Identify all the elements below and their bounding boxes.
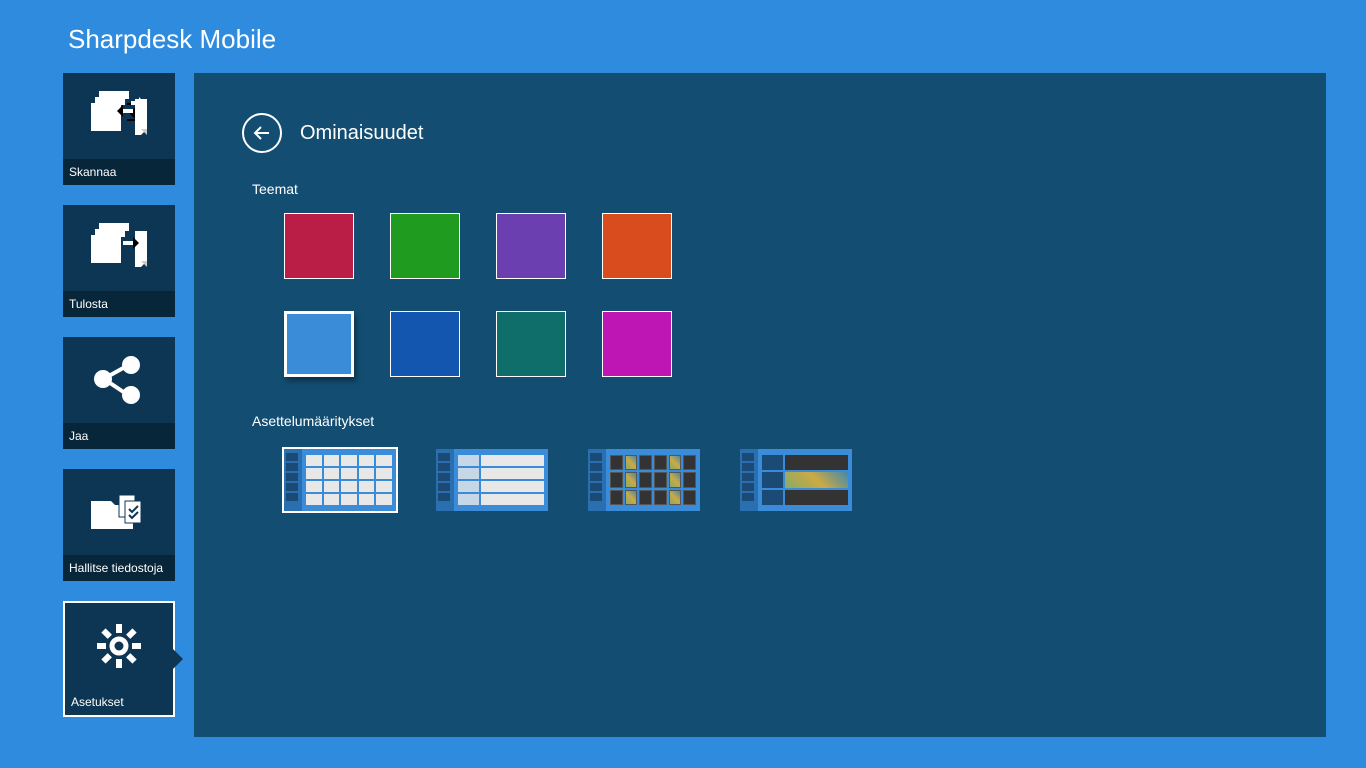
share-icon — [63, 337, 175, 423]
sidebar-item-label: Asetukset — [65, 689, 173, 715]
sidebar-item-label: Tulosta — [63, 291, 175, 317]
themes-label: Teemat — [252, 181, 1278, 197]
layouts-label: Asettelumääritykset — [252, 413, 1278, 429]
theme-swatch[interactable] — [496, 311, 566, 377]
theme-swatch[interactable] — [602, 311, 672, 377]
layout-preset[interactable] — [284, 449, 396, 511]
sidebar-item-label: Hallitse tiedostoja — [63, 555, 175, 581]
sidebar: Skannaa Tulosta Jaa Hallitse tiedostoja — [0, 73, 180, 737]
folder-files-icon — [63, 469, 175, 555]
sidebar-item-label: Skannaa — [63, 159, 175, 185]
app-layout: Skannaa Tulosta Jaa Hallitse tiedostoja — [0, 73, 1366, 737]
theme-swatch[interactable] — [284, 311, 354, 377]
sidebar-item-manage-files[interactable]: Hallitse tiedostoja — [63, 469, 175, 581]
sidebar-item-share[interactable]: Jaa — [63, 337, 175, 449]
page-header: Ominaisuudet — [242, 113, 1278, 153]
sidebar-item-scan[interactable]: Skannaa — [63, 73, 175, 185]
layout-preset[interactable] — [740, 449, 852, 511]
page-title: Ominaisuudet — [300, 122, 423, 145]
layout-preset-grid — [284, 449, 1278, 511]
scan-icon — [63, 73, 175, 159]
theme-swatch[interactable] — [390, 311, 460, 377]
layout-preset[interactable] — [436, 449, 548, 511]
layout-preset[interactable] — [588, 449, 700, 511]
arrow-left-icon — [252, 123, 272, 143]
theme-swatch[interactable] — [390, 213, 460, 279]
sidebar-item-settings[interactable]: Asetukset — [63, 601, 175, 717]
theme-swatch[interactable] — [602, 213, 672, 279]
gear-icon — [65, 603, 173, 689]
theme-swatch[interactable] — [496, 213, 566, 279]
back-button[interactable] — [242, 113, 282, 153]
main-panel: Ominaisuudet Teemat Asettelumääritykset — [194, 73, 1326, 737]
app-title: Sharpdesk Mobile — [0, 0, 1366, 55]
sidebar-item-print[interactable]: Tulosta — [63, 205, 175, 317]
print-icon — [63, 205, 175, 291]
theme-swatch-grid — [284, 213, 1278, 377]
sidebar-item-label: Jaa — [63, 423, 175, 449]
theme-swatch[interactable] — [284, 213, 354, 279]
